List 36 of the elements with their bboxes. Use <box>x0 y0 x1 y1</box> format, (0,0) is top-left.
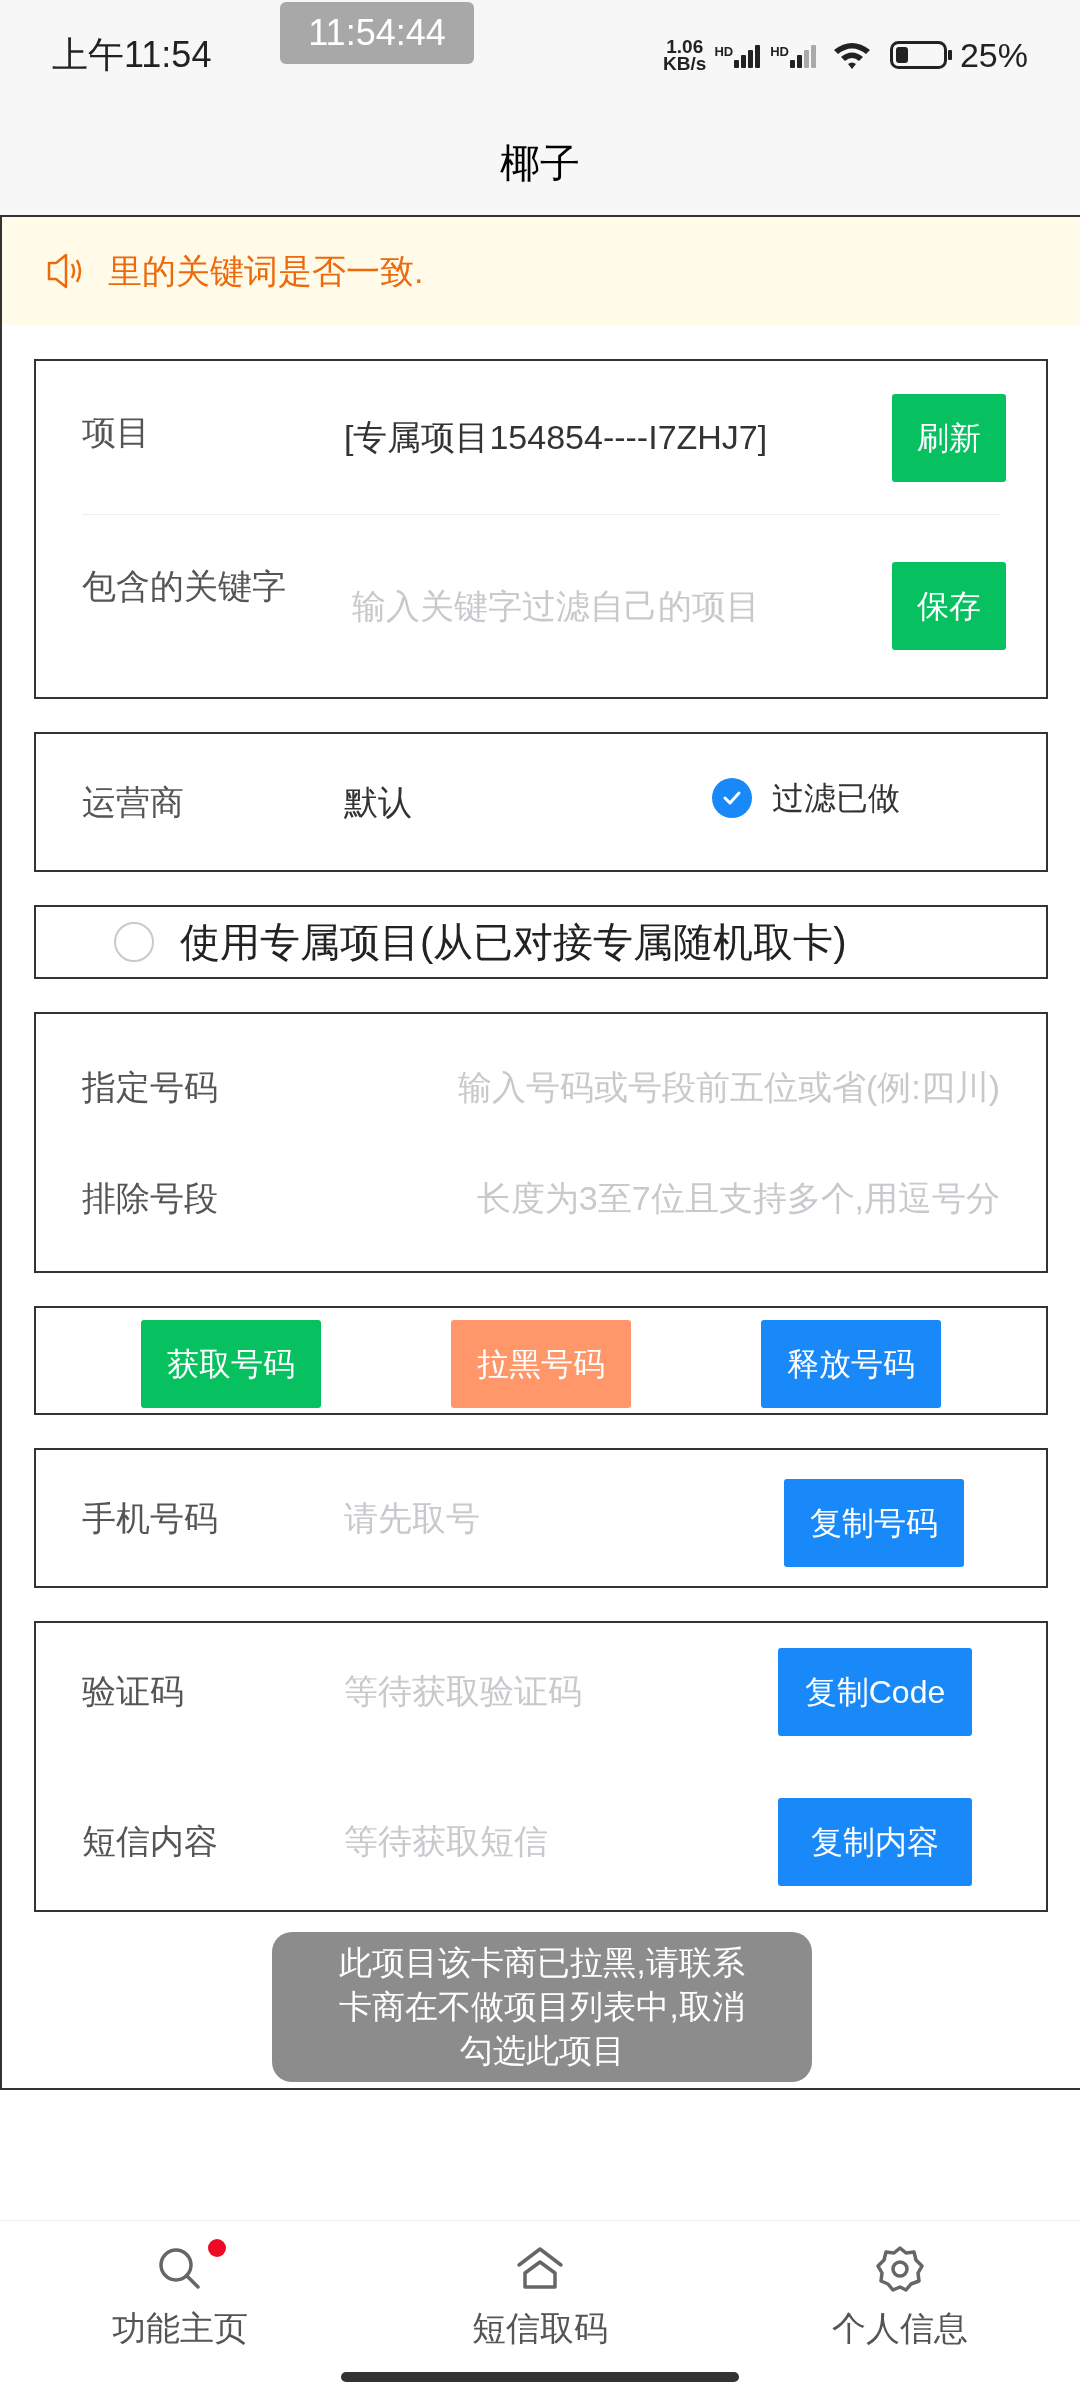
field-label: 包含的关键字 <box>82 566 287 607</box>
field-label: 验证码 <box>82 1671 185 1712</box>
notice-text: 里的关键词是否一致. <box>108 250 424 292</box>
project-value: [专属项目154854----I7ZHJ7] <box>344 417 769 458</box>
battery-icon <box>889 41 952 69</box>
copy-button[interactable]: 复制号码 <box>784 1479 964 1567</box>
field-label: 排除号段 <box>82 1177 219 1219</box>
copy-button[interactable]: 复制Code <box>778 1647 972 1736</box>
refresh-button[interactable]: 刷新 <box>892 393 1006 482</box>
filter-checkbox[interactable]: 过滤已做 <box>712 774 900 822</box>
field-label: 手机号码 <box>82 1497 219 1539</box>
speaker-icon <box>46 251 84 291</box>
operator-value: 默认 <box>344 781 413 823</box>
tab-item[interactable]: 短信取码 <box>360 2221 720 2400</box>
field-label: 指定号码 <box>82 1066 219 1108</box>
battery-percent: 25% <box>959 34 1028 76</box>
action-button[interactable]: 拉黑号码 <box>451 1319 631 1408</box>
field-label: 项目 <box>82 412 151 453</box>
tab-item[interactable]: 个人信息 <box>720 2221 1080 2400</box>
save-button[interactable]: 保存 <box>892 562 1006 650</box>
network-speed: 1.06 <box>666 38 704 55</box>
action-button[interactable]: 释放号码 <box>761 1319 941 1408</box>
signal-icon <box>789 42 818 68</box>
clock-time: 上午11:54 <box>52 33 212 77</box>
network-speed: KB/s <box>663 55 707 72</box>
action-button[interactable]: 获取号码 <box>141 1319 321 1408</box>
field-label: 短信内容 <box>82 1821 219 1862</box>
copy-button[interactable]: 复制内容 <box>778 1797 972 1886</box>
settings-icon <box>876 2245 924 2293</box>
time-overlay: 11:54:44 <box>280 2 474 64</box>
toast-message: 此项目该卡商已拉黑,请联系卡商在不做项目列表中,取消勾选此项目 <box>272 1932 812 2082</box>
hd-label: HD <box>714 43 734 61</box>
page-title: 椰子 <box>500 139 580 187</box>
field-label: 运营商 <box>82 781 185 823</box>
signal-icon <box>734 42 763 68</box>
hd-label: HD <box>770 43 789 61</box>
